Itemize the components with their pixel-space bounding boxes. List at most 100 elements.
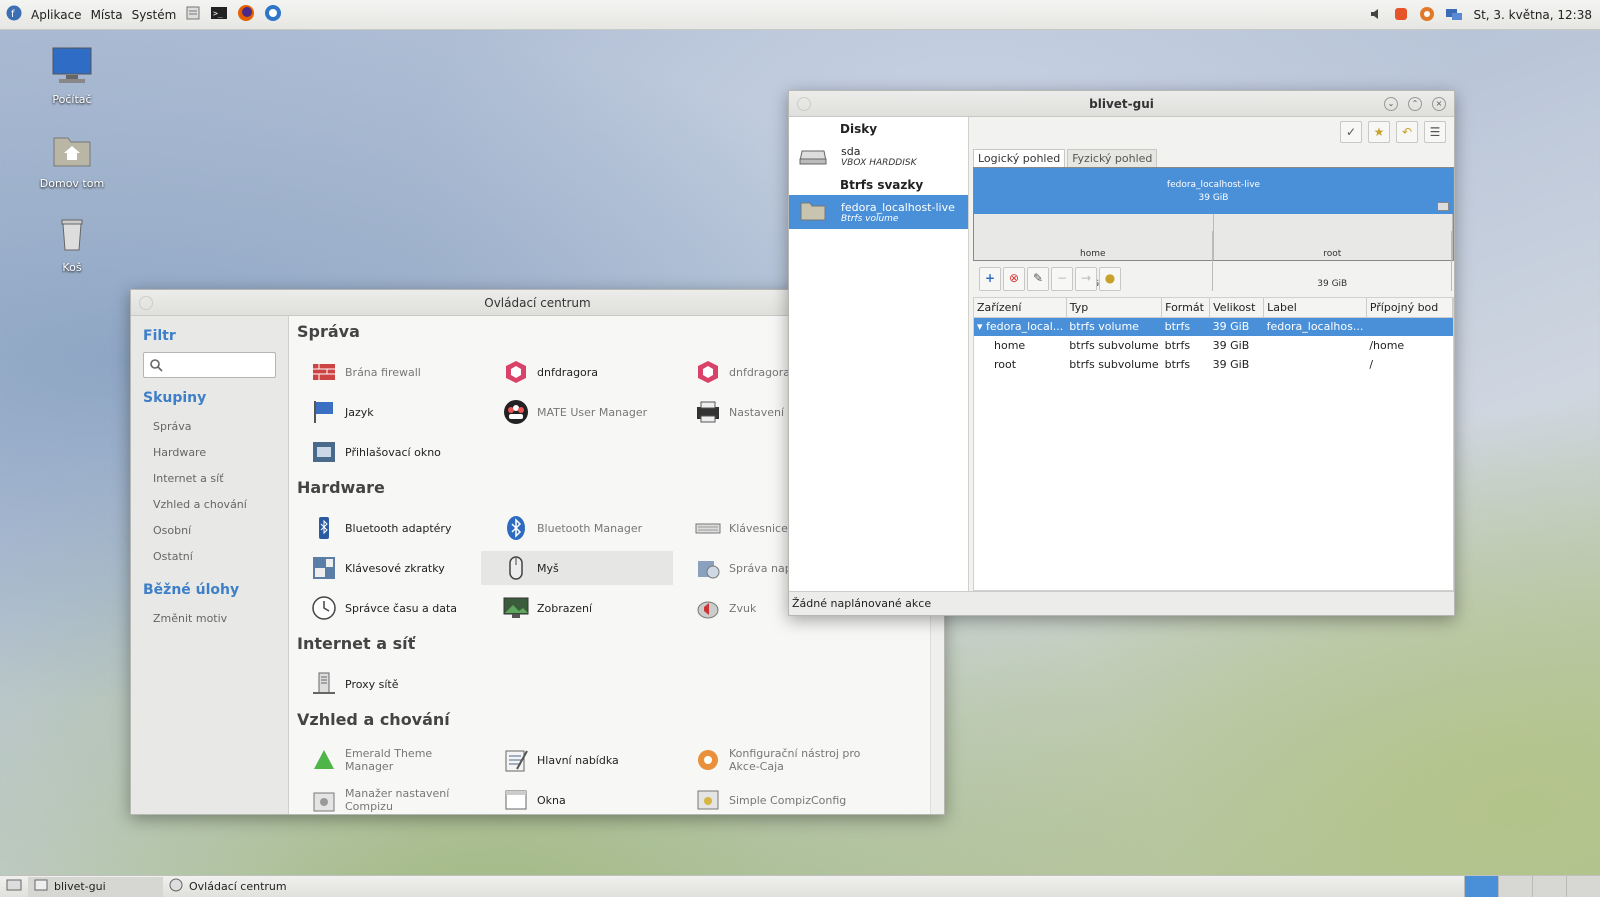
package-icon[interactable]	[1419, 6, 1435, 25]
disk-sda[interactable]: sda VBOX HARDDISK	[789, 139, 968, 173]
device-table: Zařízení Typ Formát Velikost Label Přípo…	[973, 297, 1454, 591]
item-language[interactable]: Jazyk	[289, 395, 481, 429]
item-main-menu[interactable]: Hlavní nabídka	[481, 743, 673, 777]
main-menu-button[interactable]: ☰	[1424, 121, 1446, 143]
clock[interactable]: St, 3. května, 12:38	[1473, 8, 1592, 22]
clear-button[interactable]: ★	[1368, 121, 1390, 143]
hard-disk-icon	[799, 145, 827, 168]
svg-text:f: f	[11, 9, 15, 20]
tab-logical-view[interactable]: Logický pohled	[973, 149, 1066, 168]
group-other[interactable]: Ostatní	[131, 544, 288, 570]
col-size[interactable]: Velikost	[1209, 298, 1265, 318]
svg-text:>_: >_	[213, 9, 223, 18]
windows-icon	[503, 787, 529, 813]
fedora-logo-icon[interactable]: f	[6, 5, 22, 24]
item-bluetooth-manager[interactable]: Bluetooth Manager	[481, 511, 673, 545]
thunderbird-launcher-icon[interactable]	[264, 4, 282, 25]
volume-block[interactable]: fedora_localhost-live 39 GiB	[974, 168, 1453, 214]
taskbar-blivet[interactable]: blivet-gui	[28, 876, 163, 897]
menu-places[interactable]: Místa	[91, 8, 123, 22]
group-hardware[interactable]: Hardware	[131, 440, 288, 466]
desktop-trash[interactable]: Koš	[27, 212, 117, 274]
btrfs-heading: Btrfs svazky	[840, 178, 924, 192]
section-title-internet: Internet a síť	[297, 634, 416, 653]
item-firewall[interactable]: Brána firewall	[289, 355, 481, 389]
firefox-launcher-icon[interactable]	[237, 4, 255, 25]
language-flag-icon	[311, 399, 337, 425]
item-time-date[interactable]: Správce času a data	[289, 591, 481, 625]
action-toolbar: + ⊗ ✎ − → ●	[979, 267, 1121, 291]
col-device[interactable]: Zařízení	[974, 298, 1067, 318]
group-sprava[interactable]: Správa	[131, 414, 288, 440]
window-menu-button[interactable]	[139, 296, 153, 310]
undo-button[interactable]: ↶	[1396, 121, 1418, 143]
task-change-theme[interactable]: Změnit motiv	[131, 606, 288, 632]
item-windows[interactable]: Okna	[481, 783, 673, 814]
workspace-4[interactable]	[1566, 876, 1600, 897]
window-menu-button[interactable]	[797, 97, 811, 111]
col-format[interactable]: Formát	[1161, 298, 1211, 318]
item-dnfdragora[interactable]: dnfdragora	[481, 355, 673, 389]
taskbar-control-center[interactable]: Ovládací centrum	[163, 877, 298, 897]
col-label[interactable]: Label	[1263, 298, 1367, 318]
close-button[interactable]: ×	[1432, 97, 1446, 111]
item-bluetooth-adapters[interactable]: Bluetooth adaptéry	[289, 511, 481, 545]
subvolume-home-block[interactable]: home39 GiB	[974, 214, 1214, 291]
edit-icon[interactable]: ✎	[1027, 267, 1049, 291]
maximize-button[interactable]: ⌃	[1408, 97, 1422, 111]
item-display[interactable]: Zobrazení	[481, 591, 673, 625]
item-login-window[interactable]: Přihlašovací okno	[289, 435, 481, 469]
blivet-titlebar[interactable]: blivet-gui ⌄ ⌃ ×	[789, 91, 1454, 117]
blivet-title: blivet-gui	[1089, 97, 1154, 111]
emerald-icon	[311, 747, 337, 773]
item-emerald-theme-manager[interactable]: Emerald Theme Manager	[289, 743, 481, 777]
update-notifier-icon[interactable]	[1393, 6, 1409, 25]
group-personal[interactable]: Osobní	[131, 518, 288, 544]
info-icon[interactable]: ●	[1099, 267, 1121, 291]
item-mouse[interactable]: Myš	[481, 551, 673, 585]
groups-heading: Skupiny	[143, 390, 207, 406]
workspace-1[interactable]	[1464, 876, 1498, 897]
item-keyboard-shortcuts[interactable]: Klávesové zkratky	[289, 551, 481, 585]
desktop-home[interactable]: Domov tom	[27, 128, 117, 190]
filter-search-field[interactable]	[143, 352, 276, 378]
delete-icon[interactable]: ⊗	[1003, 267, 1025, 291]
item-network-proxy[interactable]: Proxy sítě	[289, 667, 481, 701]
bottom-panel: blivet-gui Ovládací centrum	[0, 875, 1600, 897]
col-type[interactable]: Typ	[1066, 298, 1163, 318]
table-row[interactable]: root btrfs subvolume btrfs 39 GiB /	[974, 355, 1453, 374]
volume-menu-icon[interactable]	[1437, 202, 1449, 211]
show-desktop-icon[interactable]	[6, 878, 22, 895]
menu-system[interactable]: Systém	[132, 8, 177, 22]
expander-icon[interactable]: ▾	[977, 320, 986, 333]
item-caja-actions[interactable]: Konfigurační nástroj pro Akce-Caja	[673, 743, 865, 777]
workspace-switcher	[1464, 876, 1600, 897]
bluetooth-adapter-icon	[311, 515, 337, 541]
group-internet[interactable]: Internet a síť	[131, 466, 288, 492]
menu-applications[interactable]: Aplikace	[31, 8, 82, 22]
btrfs-volume-item[interactable]: fedora_localhost-live Btrfs volume	[789, 195, 968, 229]
add-icon[interactable]: +	[979, 267, 1001, 291]
table-row[interactable]: ▾ fedora_local... btrfs volume btrfs 39 Gi…	[974, 317, 1453, 336]
col-mountpoint[interactable]: Přípojný bod	[1366, 298, 1454, 318]
workspace-3[interactable]	[1532, 876, 1566, 897]
network-icon[interactable]	[1445, 6, 1463, 25]
workspace-2[interactable]	[1498, 876, 1532, 897]
minimize-button[interactable]: ⌄	[1384, 97, 1398, 111]
control-center-title: Ovládací centrum	[484, 296, 591, 310]
table-row[interactable]: home btrfs subvolume btrfs 39 GiB/home	[974, 336, 1453, 355]
volume-icon[interactable]	[1369, 7, 1383, 24]
item-compiz-settings[interactable]: Manažer nastavení Compizu	[289, 783, 481, 814]
terminal-launcher-icon[interactable]: >_	[210, 5, 228, 24]
item-mate-user-manager[interactable]: MATE User Manager	[481, 395, 673, 429]
file-manager-launcher-icon[interactable]	[185, 5, 201, 24]
tab-physical-view[interactable]: Fyzický pohled	[1067, 149, 1158, 168]
group-appearance[interactable]: Vzhled a chování	[131, 492, 288, 518]
decrypt-icon[interactable]: →	[1075, 267, 1097, 291]
desktop-computer[interactable]: Počítač	[27, 44, 117, 106]
unmount-icon[interactable]: −	[1051, 267, 1073, 291]
subvolume-root-block[interactable]: root 39 GiB	[1214, 214, 1453, 291]
status-bar: Žádné naplánované akce	[789, 591, 1454, 615]
item-simple-compizconfig[interactable]: Simple CompizConfig	[673, 783, 865, 814]
apply-button[interactable]: ✓	[1340, 121, 1362, 143]
